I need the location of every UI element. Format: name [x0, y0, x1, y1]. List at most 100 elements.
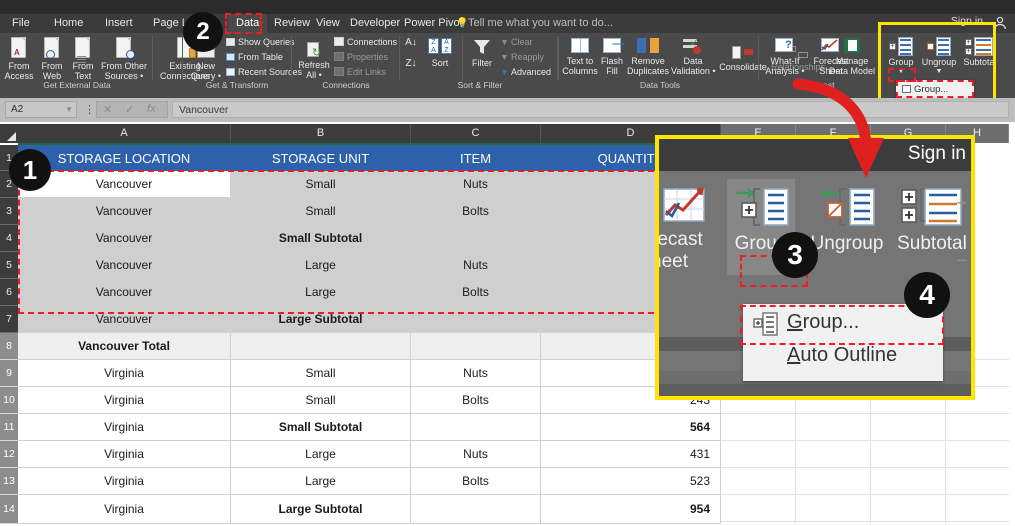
zoom-menu-item-auto-outline[interactable]: Auto Outline — [787, 344, 897, 367]
cell-a7[interactable]: Vancouver — [18, 306, 231, 333]
cell-b5[interactable]: Large — [231, 252, 411, 279]
sort-az-icon: A↓ — [405, 37, 417, 48]
button-from-access[interactable]: A FromAccess — [4, 37, 34, 81]
tab-data[interactable]: Data — [228, 14, 267, 33]
column-header-b[interactable]: B — [231, 124, 411, 143]
sort-za-icon: Z↓ — [405, 58, 416, 69]
button-refresh-all[interactable]: ↻ RefreshAll • — [296, 41, 332, 80]
row-header-11[interactable]: 11 — [0, 414, 18, 441]
cell-a8[interactable]: Vancouver Total — [18, 333, 231, 360]
cell-c12[interactable]: Nuts — [411, 441, 541, 468]
cell-b13[interactable]: Large — [231, 468, 411, 495]
cell-b10[interactable]: Small — [231, 387, 411, 414]
cell-d13[interactable]: 523 — [541, 468, 721, 495]
row-header-14[interactable]: 14 — [0, 495, 18, 524]
button-remove-duplicates[interactable]: RemoveDuplicates — [626, 37, 670, 76]
cell-d12[interactable]: 431 — [541, 441, 721, 468]
cell-b14[interactable]: Large Subtotal — [231, 495, 411, 524]
button-sort-ascending[interactable]: A↓ — [404, 37, 418, 49]
row-header-6[interactable]: 6 — [0, 279, 18, 306]
column-header-a[interactable]: A — [18, 124, 231, 143]
cell-c13[interactable]: Bolts — [411, 468, 541, 495]
row-header-12[interactable]: 12 — [0, 441, 18, 468]
tell-me-box[interactable]: Tell me what you want to do... — [468, 14, 613, 33]
button-text-to-columns[interactable]: Text toColumns — [562, 37, 598, 76]
cell-a11[interactable]: Virginia — [18, 414, 231, 441]
cancel-x-icon[interactable]: ✕ — [103, 103, 112, 116]
cell-c7[interactable] — [411, 306, 541, 333]
cell-b9[interactable]: Small — [231, 360, 411, 387]
cell-c8[interactable] — [411, 333, 541, 360]
cell-b12[interactable]: Large — [231, 441, 411, 468]
cell-a13[interactable]: Virginia — [18, 468, 231, 495]
column-header-c[interactable]: C — [411, 124, 541, 143]
cell-b7[interactable]: Large Subtotal — [231, 306, 411, 333]
cell-a3[interactable]: Vancouver — [18, 198, 231, 225]
formula-bar-buttons: ✕ ✓ fx — [96, 101, 168, 118]
cell-a4[interactable]: Vancouver — [18, 225, 231, 252]
cell-c6[interactable]: Bolts — [411, 279, 541, 306]
button-advanced-filter[interactable]: ▼ Advanced — [500, 67, 550, 77]
tab-home[interactable]: Home — [46, 14, 91, 33]
cell-a9[interactable]: Virginia — [18, 360, 231, 387]
cell-b8[interactable] — [231, 333, 411, 360]
button-forecast-sheet[interactable]: ForecastSheet — [810, 37, 852, 76]
row-header-3[interactable]: 3 — [0, 198, 18, 225]
row-header-9[interactable]: 9 — [0, 360, 18, 387]
button-from-web[interactable]: FromWeb — [38, 37, 66, 81]
cell-d11[interactable]: 564 — [541, 414, 721, 441]
cell-b6[interactable]: Large — [231, 279, 411, 306]
button-from-text[interactable]: FromText — [69, 37, 97, 81]
cell-a5[interactable]: Vancouver — [18, 252, 231, 279]
tab-insert[interactable]: Insert — [97, 14, 141, 33]
button-sort[interactable]: ZA AZ Sort — [422, 37, 458, 68]
tab-file[interactable]: File — [4, 14, 38, 33]
row-header-8[interactable]: 8 — [0, 333, 18, 360]
zoom-group-dropdown-menu[interactable]: Group... Auto Outline — [743, 304, 943, 381]
button-recent-sources[interactable]: Recent Sources — [226, 67, 292, 77]
button-from-table[interactable]: From Table — [226, 52, 288, 62]
button-sort-descending[interactable]: Z↓ — [404, 58, 418, 70]
cell-c11[interactable] — [411, 414, 541, 441]
button-show-queries[interactable]: Show Queries — [226, 37, 288, 47]
row-header-7[interactable]: 7 — [0, 306, 18, 333]
from-other-sources-icon — [114, 37, 134, 60]
button-from-other-sources[interactable]: From OtherSources • — [97, 37, 151, 81]
cell-a12[interactable]: Virginia — [18, 441, 231, 468]
zoom-panel-sign-in[interactable]: Sign in — [908, 143, 966, 165]
row-header-5[interactable]: 5 — [0, 252, 18, 279]
zoom-menu-item-group[interactable]: Group... — [787, 311, 859, 334]
confirm-check-icon[interactable]: ✓ — [125, 103, 134, 116]
cell-b11[interactable]: Small Subtotal — [231, 414, 411, 441]
button-what-if-analysis[interactable]: ? What-IfAnalysis • — [762, 37, 808, 76]
fx-insert-function-icon[interactable]: fx — [147, 103, 156, 115]
button-connections[interactable]: Connections — [334, 37, 396, 47]
menu-item-group[interactable]: Group... — [914, 84, 948, 95]
cell-c3[interactable]: Bolts — [411, 198, 541, 225]
cell-c14[interactable] — [411, 495, 541, 524]
cell-d14[interactable]: 954 — [541, 495, 721, 524]
name-box[interactable]: A2 ▼ — [5, 101, 77, 118]
button-data-validation[interactable]: ✓ DataValidation • — [671, 37, 715, 76]
button-filter[interactable]: Filter — [466, 37, 498, 68]
row-header-10[interactable]: 10 — [0, 387, 18, 414]
row-header-4[interactable]: 4 — [0, 225, 18, 252]
zoom-menu-item-group-accel: G — [787, 311, 803, 333]
zoom-button-forecast-sheet[interactable]: recast heet — [655, 181, 719, 273]
cell-b2[interactable]: Small — [231, 171, 411, 198]
select-all-corner[interactable] — [0, 124, 18, 143]
cell-a6[interactable]: Vancouver — [18, 279, 231, 306]
cell-a14[interactable]: Virginia — [18, 495, 231, 524]
cell-a10[interactable]: Virginia — [18, 387, 231, 414]
cell-c4[interactable] — [411, 225, 541, 252]
button-flash-fill[interactable]: ⟶ FlashFill — [599, 37, 625, 76]
cell-c9[interactable]: Nuts — [411, 360, 541, 387]
row-header-13[interactable]: 13 — [0, 468, 18, 495]
cell-c5[interactable]: Nuts — [411, 252, 541, 279]
chevron-down-icon[interactable]: ▼ — [65, 102, 73, 118]
cell-c2[interactable]: Nuts — [411, 171, 541, 198]
cell-b4[interactable]: Small Subtotal — [231, 225, 411, 252]
cell-b3[interactable]: Small — [231, 198, 411, 225]
cell-c10[interactable]: Bolts — [411, 387, 541, 414]
zoom-menu-item-auto-outline-rest: uto Outline — [800, 344, 897, 366]
